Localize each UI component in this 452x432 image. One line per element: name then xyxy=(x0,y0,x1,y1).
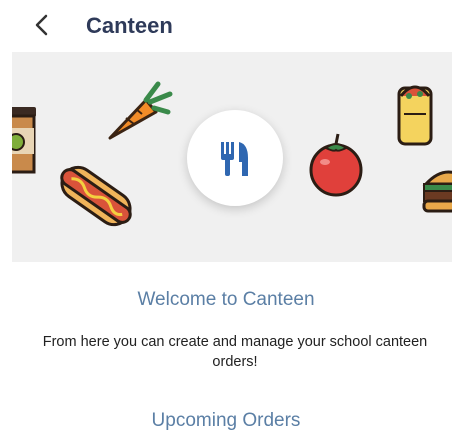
upcoming-orders-heading: Upcoming Orders xyxy=(151,410,301,431)
page-title: Canteen xyxy=(86,13,173,38)
welcome-heading: Welcome to Canteen xyxy=(137,289,315,310)
chevron-left-icon xyxy=(35,14,48,36)
hotdog-icon xyxy=(60,165,132,227)
coffee-cup-icon xyxy=(12,107,36,174)
tomato-icon xyxy=(309,133,363,197)
food-banner xyxy=(12,52,452,262)
burrito-icon xyxy=(397,85,433,146)
carrot-icon xyxy=(108,81,173,140)
top-bar: Canteen xyxy=(0,0,452,52)
welcome-description: From here you can create and manage your… xyxy=(42,334,428,370)
burger-icon xyxy=(422,170,452,213)
canteen-badge xyxy=(187,110,283,206)
cutlery-icon xyxy=(221,142,248,176)
back-button[interactable] xyxy=(28,10,58,40)
